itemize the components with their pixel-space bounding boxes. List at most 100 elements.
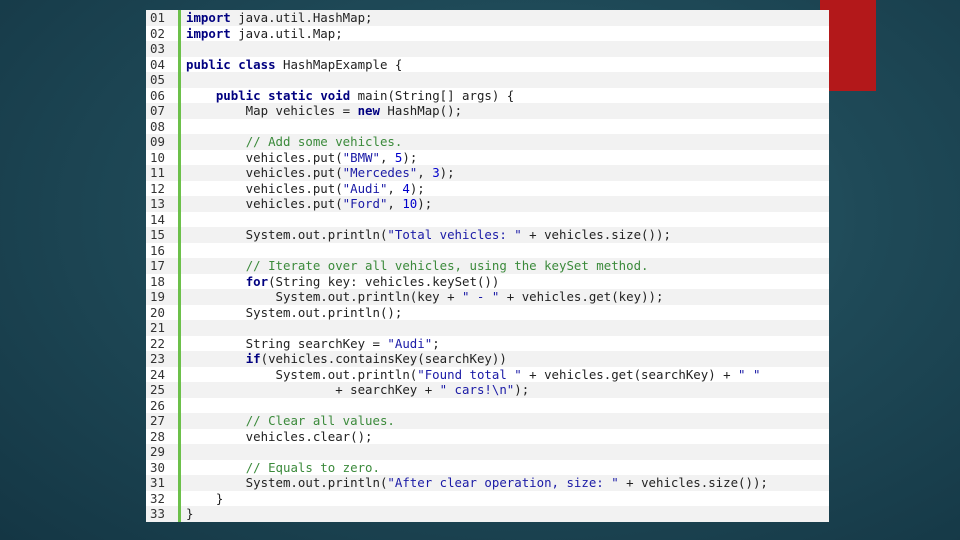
- code-token: vehicles.put(: [186, 180, 343, 196]
- code-token: 4: [402, 180, 410, 196]
- code-token: // Clear all values.: [245, 413, 395, 428]
- code-token: new: [357, 103, 380, 118]
- code-line: 01 import java.util.HashMap;: [146, 10, 829, 26]
- code-line: 19 System.out.println(key + " - " + vehi…: [146, 289, 829, 305]
- code-token: (String key: vehicles.keySet()): [268, 273, 500, 289]
- code-line: 02 import java.util.Map;: [146, 25, 829, 42]
- code-token: System.out.println(key +: [186, 289, 463, 304]
- code-line: 23 if(vehicles.containsKey(searchKey)): [146, 351, 829, 367]
- code-line: 17 // Iterate over all vehicles, using t…: [146, 258, 829, 274]
- code-token: "Ford": [342, 196, 388, 211]
- code-line: 21: [146, 320, 829, 336]
- code-token: HashMapExample {: [275, 56, 403, 72]
- code-token: String searchKey =: [186, 335, 388, 351]
- code-line: 22 String searchKey = "Audi";: [146, 335, 829, 352]
- code-token: ,: [417, 165, 433, 180]
- line-number: 09: [146, 134, 181, 150]
- code-token: System.out.println();: [186, 304, 403, 320]
- line-code: public static void main(String[] args) {: [181, 88, 829, 104]
- code-token: );: [409, 180, 425, 196]
- code-line: 11 vehicles.put("Mercedes", 3);: [146, 165, 829, 181]
- code-token: // Add some vehicles.: [245, 134, 403, 149]
- line-code: System.out.println(key + " - " + vehicle…: [181, 289, 829, 305]
- code-token: vehicles.put(: [186, 165, 343, 180]
- code-token: "Mercedes": [342, 165, 418, 180]
- line-code: String searchKey = "Audi";: [181, 336, 829, 352]
- code-line: 24 System.out.println("Found total " + v…: [146, 366, 829, 382]
- line-number: 04: [146, 56, 181, 72]
- line-code: // Equals to zero.: [181, 460, 829, 476]
- code-line: 26: [146, 397, 829, 414]
- code-token: HashMap();: [379, 103, 463, 118]
- code-token: for: [245, 273, 269, 289]
- code-line: 08: [146, 118, 829, 135]
- line-number: 02: [146, 25, 181, 41]
- line-code: if(vehicles.containsKey(searchKey)): [181, 351, 829, 367]
- line-number: 11: [146, 165, 181, 181]
- line-number: 26: [146, 397, 181, 413]
- code-token: );: [417, 196, 433, 211]
- code-line: 20 System.out.println();: [146, 304, 829, 321]
- code-listing: 01 import java.util.HashMap; 02 import java…: [146, 10, 829, 522]
- code-token: System.out.println(: [186, 475, 388, 490]
- code-token: " cars!\n": [439, 382, 515, 397]
- code-token: );: [402, 149, 418, 165]
- line-number: 06: [146, 87, 181, 103]
- line-code: for(String key: vehicles.keySet()): [181, 274, 829, 290]
- line-number: 14: [146, 211, 181, 227]
- code-line: 29: [146, 444, 829, 460]
- line-number: 23: [146, 351, 181, 367]
- code-line: 10 vehicles.put("BMW", 5);: [146, 149, 829, 165]
- code-token: main(String[] args) {: [350, 87, 515, 103]
- line-number: 31: [146, 475, 181, 491]
- code-line: 13 vehicles.put("Ford", 10);: [146, 196, 829, 212]
- code-token: "Audi": [342, 180, 388, 196]
- code-token: 10: [402, 196, 418, 211]
- line-number: 28: [146, 428, 181, 444]
- code-line: 03: [146, 41, 829, 57]
- code-token: );: [439, 165, 455, 180]
- code-token: ,: [387, 196, 403, 211]
- code-line: 27 // Clear all values.: [146, 413, 829, 429]
- line-number: 21: [146, 320, 181, 336]
- line-number: 16: [146, 242, 181, 258]
- code-line: 05: [146, 72, 829, 88]
- line-number: 05: [146, 72, 181, 88]
- code-token: public: [215, 87, 261, 103]
- code-token: vehicles.clear();: [186, 428, 373, 444]
- code-token: }: [186, 490, 224, 506]
- line-code: vehicles.put("Ford", 10);: [181, 196, 829, 212]
- code-token: static: [268, 87, 313, 103]
- line-code: System.out.println();: [181, 305, 829, 321]
- line-number: 12: [146, 180, 181, 196]
- code-line: 14: [146, 211, 829, 228]
- code-line: 12 vehicles.put("Audi", 4);: [146, 180, 829, 196]
- code-line: 09 // Add some vehicles.: [146, 134, 829, 150]
- code-token: }: [186, 506, 194, 521]
- code-token: "Audi": [387, 335, 433, 351]
- line-number: 08: [146, 118, 181, 134]
- line-number: 15: [146, 227, 181, 243]
- code-token: java.util.Map;: [230, 25, 343, 41]
- code-token: ,: [387, 180, 403, 196]
- code-line: 25 + searchKey + " cars!\n");: [146, 382, 829, 398]
- line-code: import java.util.Map;: [181, 26, 829, 42]
- line-number: 29: [146, 444, 181, 460]
- code-token: Map vehicles =: [186, 103, 358, 118]
- line-number: 18: [146, 273, 181, 289]
- line-number: 19: [146, 289, 181, 305]
- code-token: "Total vehicles: ": [387, 227, 522, 242]
- code-token: " ": [738, 366, 761, 382]
- code-token: + vehicles.size());: [618, 475, 768, 490]
- code-token: "Found total ": [417, 366, 522, 382]
- code-token: // Equals to zero.: [245, 459, 380, 475]
- code-line: 07 Map vehicles = new HashMap();: [146, 103, 829, 119]
